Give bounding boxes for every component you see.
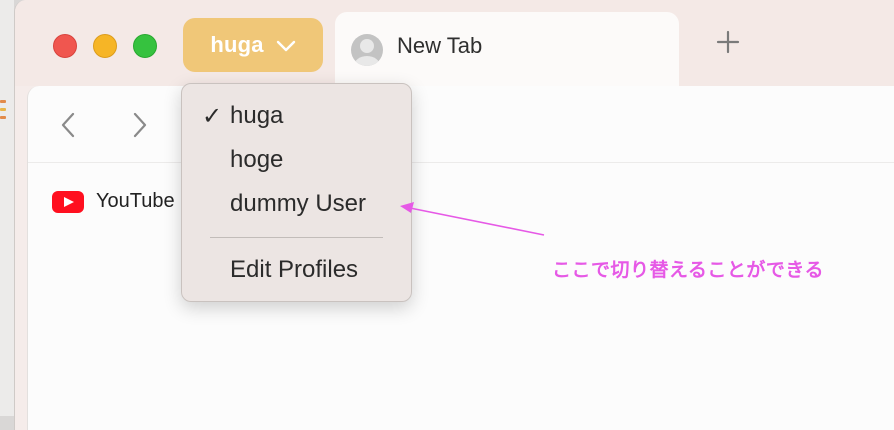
chevron-right-icon: [133, 112, 147, 138]
browser-window: huga New Tab YouTube: [14, 0, 894, 430]
chevron-left-icon: [61, 112, 75, 138]
chevron-down-icon: [276, 40, 295, 52]
title-bar: huga New Tab: [15, 0, 894, 98]
profile-menu: ✓ huga hoge dummy User Edit Profiles: [181, 83, 412, 302]
zoom-window-button[interactable]: [133, 34, 157, 58]
background-window-marks: [0, 100, 6, 124]
annotation-text: ここで切り替えることができる: [552, 260, 825, 281]
default-profile-icon: [351, 34, 383, 66]
back-button[interactable]: [60, 112, 76, 143]
profile-menu-item-label: dummy User: [230, 190, 367, 217]
background-window-edge: [0, 0, 14, 416]
tab-title: New Tab: [397, 33, 483, 58]
edit-profiles-label: Edit Profiles: [230, 256, 359, 283]
profile-name: huga: [210, 32, 264, 57]
navigation-toolbar: [28, 86, 894, 163]
profile-menu-item-label: hoge: [230, 146, 284, 173]
bookmark-youtube[interactable]: YouTube: [52, 190, 175, 213]
profile-menu-item-label: huga: [230, 102, 284, 129]
close-window-button[interactable]: [53, 34, 77, 58]
forward-button[interactable]: [132, 112, 148, 143]
new-tab-button[interactable]: [715, 29, 741, 55]
menu-divider: [210, 237, 383, 238]
bookmark-label: YouTube: [96, 190, 175, 212]
edit-profiles-menu-item[interactable]: Edit Profiles: [182, 256, 411, 296]
profile-switcher-button[interactable]: huga: [183, 18, 323, 72]
minimize-window-button[interactable]: [93, 34, 117, 58]
profile-menu-item-hoge[interactable]: hoge: [182, 146, 411, 186]
checkmark-icon: ✓: [202, 103, 223, 130]
youtube-icon: [52, 190, 84, 213]
profile-menu-item-dummy-user[interactable]: dummy User: [182, 190, 411, 230]
profile-menu-item-huga[interactable]: ✓ huga: [182, 102, 411, 142]
plus-icon: [716, 30, 740, 54]
